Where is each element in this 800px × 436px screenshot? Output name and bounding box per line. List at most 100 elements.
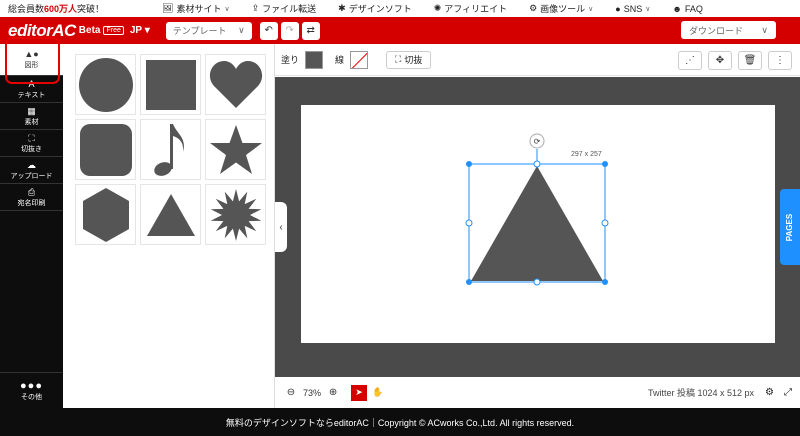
shape-panel [63, 44, 275, 408]
more-button[interactable]: ⋮ [768, 51, 792, 70]
hand-tool-button[interactable]: ✋ [370, 385, 386, 401]
shape-star[interactable] [205, 119, 266, 180]
stroke-color-swatch[interactable] [350, 50, 369, 69]
image-icon: 🖼 [162, 3, 174, 13]
zoom-out-icon: ⊖ [286, 387, 296, 398]
fill-label: 塗り [281, 55, 300, 65]
chevron-down-icon: ∨ [645, 5, 651, 13]
nav-design-software[interactable]: ✱ デザインソフト [338, 2, 412, 15]
sidebar-item-upload[interactable]: ☁ アップロード [0, 157, 63, 184]
expand-icon[interactable]: ⤢ [784, 387, 792, 398]
shape-square[interactable] [140, 54, 201, 115]
shape-rounded-square[interactable] [75, 119, 136, 180]
cloud-upload-icon: ☁ [27, 159, 36, 170]
person-icon: ☻ [672, 3, 682, 14]
star-icon [209, 124, 262, 174]
language-selector[interactable]: JP ▾ [130, 25, 150, 36]
zoom-in-icon: ⊕ [328, 387, 338, 398]
cut-button[interactable]: ⛶ 切抜 [386, 50, 432, 69]
collapse-panel-button[interactable]: ‹ [275, 202, 287, 252]
move-button[interactable]: ✥ [708, 51, 732, 70]
gears-icon: ⚙ [529, 3, 538, 13]
nodes-button[interactable]: ⋰ [678, 51, 702, 70]
starburst-icon [210, 188, 261, 241]
resize-handle-left [465, 219, 473, 227]
starburst-shape [210, 188, 261, 241]
footer: 無料のデザインソフトならeditorAC｜Copyright © ACworks… [0, 408, 800, 436]
chevron-down-icon: ∨ [224, 5, 230, 13]
more-dots-icon: ●●● [20, 379, 43, 392]
heart-icon [209, 60, 262, 108]
move-icon: ✥ [715, 55, 725, 66]
grid-icon: ▦ [27, 105, 36, 116]
nav-file-transfer[interactable]: ⇪ ファイル転送 [252, 2, 317, 15]
gear-icon[interactable]: ⚙ [765, 387, 774, 398]
chat-icon: ● [615, 3, 621, 14]
selection-size-label: 297 x 257 [571, 151, 602, 158]
rounded-square-icon [79, 123, 132, 176]
zoom-out-button[interactable]: ⊖ [283, 385, 299, 401]
resize-handle-top [533, 160, 541, 168]
shape-triangle[interactable] [140, 184, 201, 245]
chevron-down-icon: ∨ [238, 25, 245, 35]
resize-handle-bottom-right [602, 279, 608, 285]
footer-text: 無料のデザインソフトならeditorAC｜Copyright © ACworks… [225, 417, 575, 428]
zoom-level: 73% [303, 387, 322, 398]
print-icon: ⎙ [27, 186, 36, 197]
shape-circle[interactable] [75, 54, 136, 115]
undo-button[interactable]: ↶ [259, 21, 278, 40]
nav-sns[interactable]: ● SNS ∨ [615, 4, 650, 14]
square-icon [145, 59, 196, 110]
nodes-icon: ⋰ [685, 55, 695, 66]
top-info-bar: 総会員数600万人突破！ 🖼 素材サイト ∨ ⇪ ファイル転送 ✱ デザインソフト ✺ ア… [0, 0, 800, 17]
sparkle-icon: ✱ [338, 3, 346, 13]
swap-button[interactable]: ⇄ [301, 21, 320, 40]
music-note-icon [153, 123, 184, 176]
left-sidebar: ▲● 図形 A テキスト ▦ 素材 ⛶ 切抜き ☁ アップロード ⎙ 宛名印刷 … [0, 44, 63, 408]
cursor-icon: ➤ [355, 387, 363, 397]
upload-icon: ⇪ [251, 3, 260, 13]
shape-grid [75, 54, 266, 245]
sidebar-item-crop[interactable]: ⛶ 切抜き [0, 130, 63, 157]
template-dropdown[interactable]: テンプレート ∨ [165, 21, 252, 40]
shape-hexagon[interactable] [75, 184, 136, 245]
select-tool-button[interactable]: ➤ [351, 384, 368, 401]
resize-handle-bottom-left [466, 279, 472, 285]
shape-heart[interactable] [205, 54, 266, 115]
hexagon-icon [82, 187, 129, 242]
shape-starburst[interactable] [205, 184, 266, 245]
sidebar-item-material[interactable]: ▦ 素材 [0, 103, 63, 130]
editor-area: 塗り 線 ⛶ 切抜 ⋰ ✥ 🗑 ⋮ ⟳ 297 x 257 ‹ PAGES ⊖ … [275, 44, 800, 408]
nav-material-site[interactable]: 🖼 素材サイト ∨ [162, 2, 230, 15]
resize-handle-top-left [466, 161, 472, 167]
nav-image-tools[interactable]: ⚙ 画像ツール ∨ [529, 2, 593, 15]
canvas-content: ⟳ [465, 133, 609, 286]
chevron-down-icon: ∨ [588, 5, 594, 13]
pages-tab[interactable]: PAGES [780, 189, 800, 265]
sidebar-item-more[interactable]: ●●● その他 [0, 372, 63, 408]
chevron-left-icon: ‹ [279, 221, 283, 233]
app-header: editorAC Beta Free JP ▾ テンプレート ∨ ↶ ↷ ⇄ ダウ… [0, 17, 800, 44]
shape-music-note[interactable] [140, 119, 201, 180]
redo-button[interactable]: ↷ [280, 21, 299, 40]
swap-icon: ⇄ [306, 25, 315, 36]
nav-faq[interactable]: ☻ FAQ [672, 4, 703, 14]
crop-icon: ⛶ [395, 54, 402, 64]
triangle-icon [146, 193, 195, 236]
download-dropdown[interactable]: ダウンロード ∨ [681, 21, 776, 39]
delete-button[interactable]: 🗑 [738, 51, 762, 70]
rotate-icon: ⟳ [534, 137, 541, 146]
design-canvas[interactable]: ⟳ 297 x 257 [301, 105, 775, 343]
free-badge: Free [103, 26, 124, 35]
fill-color-swatch[interactable] [305, 50, 324, 69]
sidebar-item-print[interactable]: ⎙ 宛名印刷 [0, 184, 63, 211]
canvas-stage: ⟳ 297 x 257 ‹ PAGES [275, 77, 800, 377]
beta-label: Beta [78, 25, 101, 36]
member-count-highlight: 600万人 [44, 4, 78, 14]
trash-icon: 🗑 [743, 55, 757, 66]
selected-triangle [471, 166, 603, 281]
nav-affiliate[interactable]: ✺ アフィリエイト [434, 2, 507, 15]
undo-icon: ↶ [264, 25, 273, 36]
zoom-in-button[interactable]: ⊕ [325, 385, 341, 401]
more-vertical-icon: ⋮ [775, 55, 785, 66]
